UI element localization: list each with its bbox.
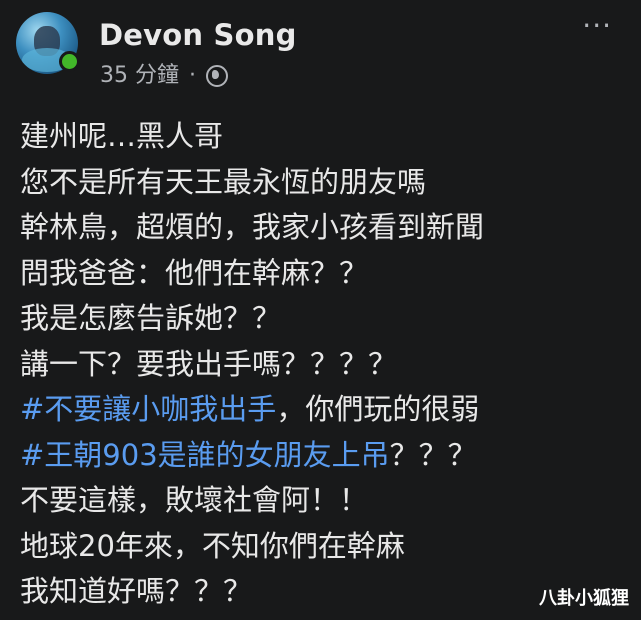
post-line: 我是怎麼告訴她？？ bbox=[20, 301, 282, 335]
more-options-icon[interactable]: ··· bbox=[582, 12, 612, 40]
author-name[interactable]: Devon Song bbox=[99, 18, 297, 52]
post-line-text: ，你們玩的很弱 bbox=[276, 392, 480, 426]
post-line: 建州呢…黑人哥 bbox=[20, 119, 224, 153]
globe-icon bbox=[206, 65, 228, 87]
hashtag-link[interactable]: #王朝903是誰的女朋友上吊 bbox=[20, 438, 390, 472]
post-line: 幹林鳥，超煩的，我家小孩看到新聞 bbox=[20, 210, 485, 244]
post-meta: 35 分鐘 · bbox=[100, 62, 228, 90]
post-content: 建州呢…黑人哥 您不是所有天王最永恆的朋友嗎 幹林鳥，超煩的，我家小孩看到新聞 … bbox=[20, 114, 620, 615]
avatar[interactable] bbox=[16, 12, 80, 74]
meta-separator: · bbox=[189, 63, 196, 88]
watermark: 八卦小狐狸 bbox=[539, 588, 629, 609]
post-line: 講一下？要我出手嗎？？？？ bbox=[20, 346, 398, 381]
facebook-post: Devon Song 35 分鐘 · ··· 建州呢…黑人哥 您不是所有天王最永… bbox=[0, 0, 641, 620]
post-line: 我知道好嗎？？？ bbox=[20, 574, 253, 608]
hashtag-link[interactable]: #不要讓小咖我出手 bbox=[20, 392, 276, 426]
post-time[interactable]: 35 分鐘 bbox=[100, 62, 179, 90]
post-header: Devon Song 35 分鐘 · ··· bbox=[14, 12, 624, 88]
online-status-icon bbox=[59, 51, 80, 72]
post-line: 地球20年來，不知你們在幹麻 bbox=[20, 528, 405, 563]
post-line: 問我爸爸：他們在幹麻？？ bbox=[20, 255, 369, 290]
post-line-text: ？？？ bbox=[389, 437, 477, 472]
post-line: #王朝903是誰的女朋友上吊？？？ bbox=[20, 433, 620, 479]
post-line: 您不是所有天王最永恆的朋友嗎 bbox=[20, 164, 427, 199]
post-line: 不要這樣，敗壞社會阿！！ bbox=[20, 483, 369, 517]
post-line: #不要讓小咖我出手，你們玩的很弱 bbox=[20, 387, 620, 433]
